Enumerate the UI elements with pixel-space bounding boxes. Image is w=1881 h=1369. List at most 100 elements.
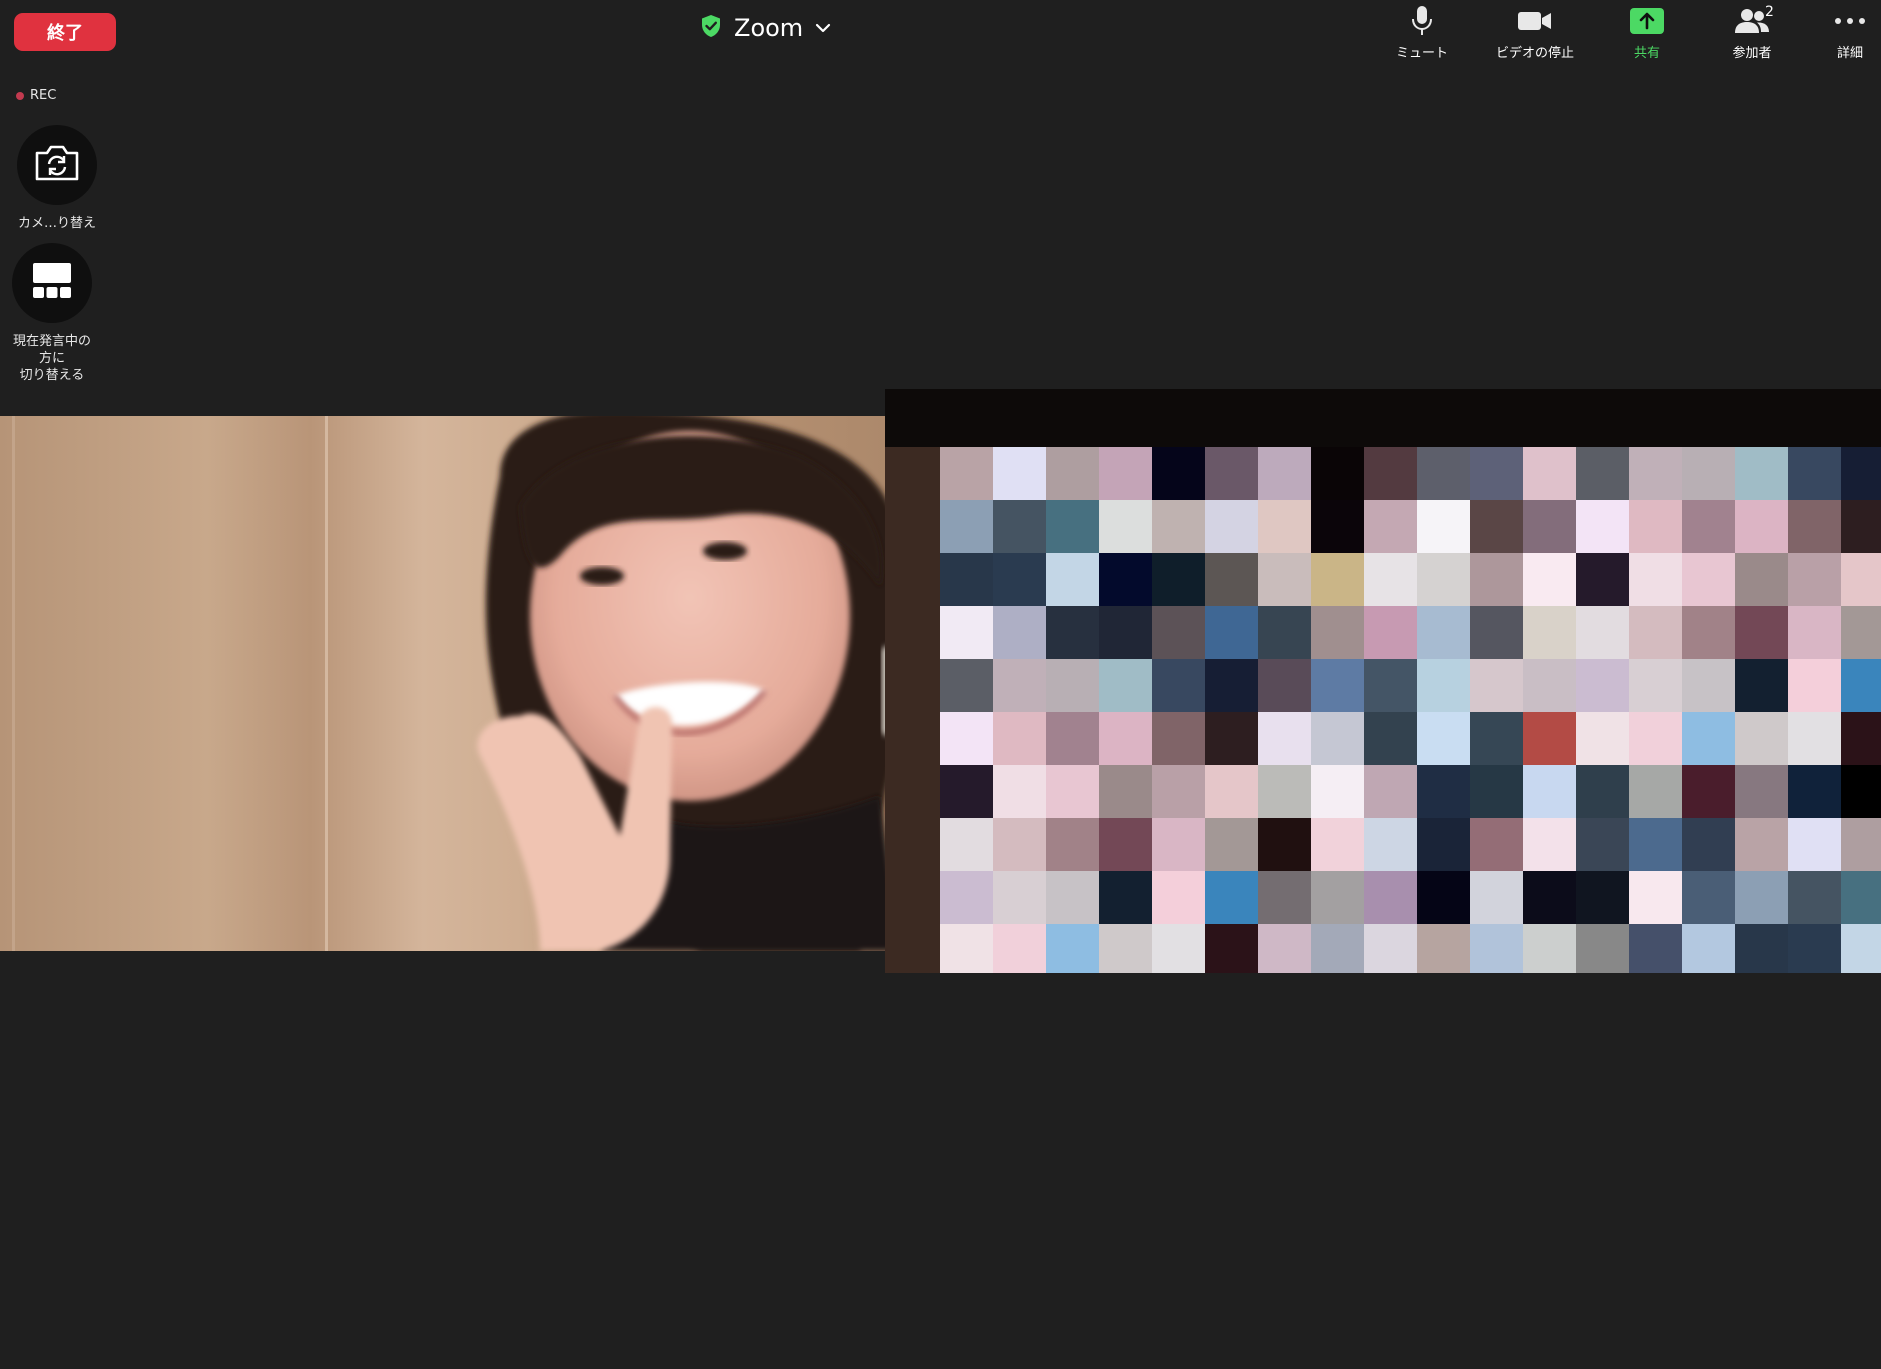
mosaic-cell [1523, 553, 1576, 606]
mosaic-cell [1788, 818, 1841, 871]
meeting-title-dropdown[interactable]: Zoom [700, 10, 831, 46]
switch-to-speaker-view-button[interactable]: 現在発言中の 方に 切り替える [2, 243, 102, 384]
zoom-meeting-screen: 終了 Zoom ミュート ビデオの停止 共有 2 参加者 詳細 REC カメ…り… [0, 0, 1881, 1369]
mosaic-cell [1523, 818, 1576, 871]
mosaic-cell [1576, 500, 1629, 553]
mosaic-cell [1629, 606, 1682, 659]
mosaic-cell [1629, 659, 1682, 712]
mosaic-cell [1576, 765, 1629, 818]
participant-video[interactable] [0, 416, 940, 951]
switch-camera-icon [33, 143, 81, 187]
mosaic-cell [1523, 871, 1576, 924]
mosaic-cell [993, 606, 1046, 659]
mosaic-cell [1046, 553, 1099, 606]
mosaic-cell [1788, 765, 1841, 818]
mosaic-cell [1470, 447, 1523, 500]
mosaic-cell [940, 659, 993, 712]
mosaic-cell [1099, 712, 1152, 765]
mosaic-cell [1470, 659, 1523, 712]
switch-camera-button[interactable]: カメ…り替え [8, 125, 106, 232]
chevron-down-icon [815, 19, 831, 38]
mosaic-cell [1629, 818, 1682, 871]
mosaic-cell [1841, 712, 1881, 765]
mosaic-cell [1099, 606, 1152, 659]
mosaic-cell [1205, 447, 1258, 500]
mosaic-cell [1682, 765, 1735, 818]
mosaic-cell [1735, 818, 1788, 871]
mosaic-cell [1682, 447, 1735, 500]
recording-indicator: REC [16, 88, 56, 103]
switch-to-speaker-view-label: 現在発言中の 方に 切り替える [12, 334, 91, 383]
mosaic-cell [1788, 553, 1841, 606]
mosaic-cell [1417, 818, 1470, 871]
mosaic-cell [1046, 712, 1099, 765]
mosaic-cell [1258, 924, 1311, 973]
mosaic-cell [1523, 659, 1576, 712]
mosaic-cell [1364, 553, 1417, 606]
participants-button[interactable]: 2 参加者 [1697, 4, 1807, 61]
mosaic-cell [1311, 818, 1364, 871]
mosaic-cell [1682, 606, 1735, 659]
participants-label: 参加者 [1732, 46, 1772, 61]
mosaic-cell [1470, 818, 1523, 871]
mosaic-cell [1788, 871, 1841, 924]
switch-camera-circle [17, 125, 97, 205]
mosaic-cell [1841, 606, 1881, 659]
mosaic-cell [1523, 765, 1576, 818]
mosaic-cell [1470, 553, 1523, 606]
mosaic-cell [1205, 500, 1258, 553]
pixelated-video[interactable] [885, 389, 1881, 973]
mosaic-cell [993, 765, 1046, 818]
more-button[interactable]: 詳細 [1795, 6, 1881, 61]
mosaic-cell [1152, 659, 1205, 712]
mosaic-cell [1046, 871, 1099, 924]
mosaic-cell [1417, 712, 1470, 765]
mosaic-cell [1311, 553, 1364, 606]
mosaic-cell [1205, 712, 1258, 765]
mosaic-cell [940, 553, 993, 606]
mosaic-cell [1311, 765, 1364, 818]
mosaic-cell [993, 871, 1046, 924]
mosaic-cell [1523, 606, 1576, 659]
mosaic-cell [1152, 606, 1205, 659]
mosaic-cell [1046, 659, 1099, 712]
mosaic-cell [1841, 553, 1881, 606]
mosaic-cell [993, 447, 1046, 500]
mosaic-cell [1841, 924, 1881, 973]
more-label: 詳細 [1836, 46, 1863, 61]
end-meeting-button[interactable]: 終了 [14, 13, 116, 51]
stop-video-button[interactable]: ビデオの停止 [1480, 6, 1590, 61]
mosaic-cell [1629, 712, 1682, 765]
mosaic-cell [1099, 924, 1152, 973]
mosaic-cell [940, 924, 993, 973]
mosaic-cell [1046, 765, 1099, 818]
mute-button[interactable]: ミュート [1367, 6, 1477, 61]
mosaic-cell [1682, 659, 1735, 712]
mosaic-cell [1311, 871, 1364, 924]
mosaic-cell [1258, 765, 1311, 818]
mosaic-cell [1046, 606, 1099, 659]
mosaic-cell [1258, 818, 1311, 871]
mosaic-cell [1152, 924, 1205, 973]
mosaic-cell [1152, 553, 1205, 606]
mosaic-cell [1099, 659, 1152, 712]
share-button[interactable]: 共有 [1592, 6, 1702, 61]
mosaic-cell [1841, 818, 1881, 871]
mosaic-cell [1258, 553, 1311, 606]
mosaic-cell [1364, 871, 1417, 924]
mosaic-cell [993, 818, 1046, 871]
mosaic-cell [1470, 606, 1523, 659]
mosaic-cell [940, 765, 993, 818]
mosaic-cell [1311, 447, 1364, 500]
mosaic-cell [1417, 924, 1470, 973]
shield-icon [700, 14, 722, 42]
more-icon [1834, 6, 1866, 36]
mosaic-cell [1046, 924, 1099, 973]
mosaic-cell [1046, 447, 1099, 500]
mosaic-cell [1417, 606, 1470, 659]
mosaic-cell [993, 500, 1046, 553]
mosaic-cell [1311, 606, 1364, 659]
mosaic-cell [1841, 871, 1881, 924]
mosaic-cell [1576, 871, 1629, 924]
mosaic-cell [1311, 924, 1364, 973]
